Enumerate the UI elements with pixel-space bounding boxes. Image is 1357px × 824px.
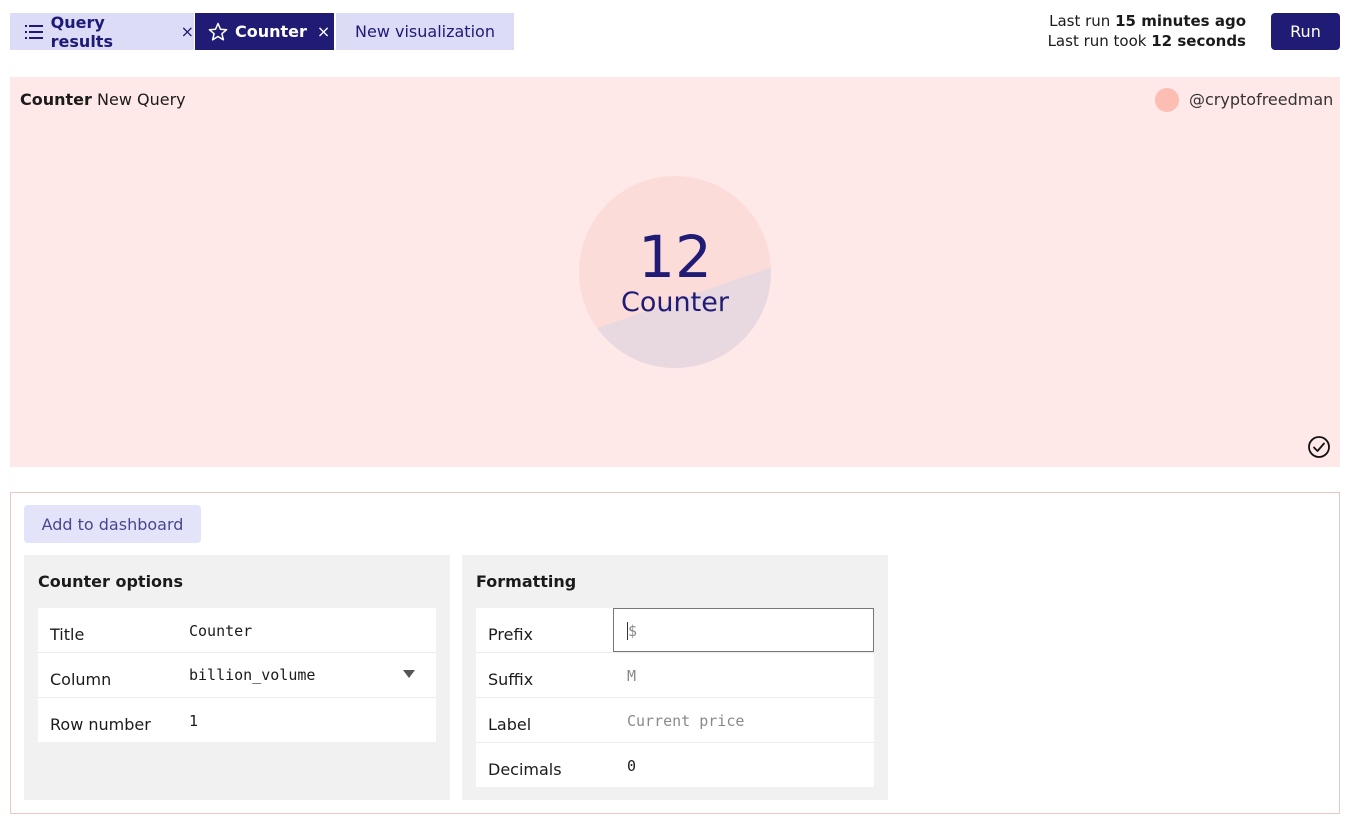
title-label: Title	[50, 625, 85, 644]
chevron-down-icon[interactable]	[403, 670, 415, 678]
decimals-input[interactable]: 0	[627, 757, 636, 775]
tab-label: Query results	[50, 12, 113, 51]
query-name: New Query	[97, 90, 186, 109]
list-icon	[24, 22, 44, 42]
tab-new-visualization[interactable]: New visualization	[336, 13, 514, 50]
row-number-input[interactable]: 1	[189, 712, 198, 730]
column-select[interactable]: billion_volume	[189, 666, 429, 688]
tab-query-results[interactable]: Query results ×	[10, 12, 194, 51]
tab-label: New visualization	[355, 22, 495, 41]
tab-counter[interactable]: Counter ×	[195, 13, 334, 50]
avatar	[1155, 88, 1179, 112]
row-number-label: Row number	[50, 715, 151, 734]
format-row-suffix	[476, 653, 874, 698]
close-icon[interactable]: ×	[181, 22, 194, 41]
run-button[interactable]: Run	[1271, 13, 1340, 50]
label-label: Label	[488, 715, 532, 734]
prefix-input[interactable]	[613, 608, 874, 652]
run-duration-value: 12 seconds	[1151, 32, 1246, 50]
prefix-placeholder: $	[628, 622, 638, 640]
last-run-value: 15 minutes ago	[1115, 12, 1246, 30]
formatting-title: Formatting	[476, 572, 577, 591]
tab-label: Counter	[235, 22, 307, 41]
visualization-type: Counter	[20, 90, 92, 109]
column-label: Column	[50, 670, 112, 689]
counter-value: 12	[638, 223, 712, 291]
close-icon[interactable]: ×	[317, 22, 330, 41]
text-cursor	[627, 622, 628, 640]
last-run-info: Last run 15 minutes ago Last run took 12…	[1048, 11, 1246, 51]
label-input[interactable]: Current price	[627, 712, 744, 730]
add-to-dashboard-button[interactable]: Add to dashboard	[24, 505, 201, 543]
decimals-label: Decimals	[488, 760, 562, 779]
check-circle-icon[interactable]	[1307, 435, 1331, 459]
last-run-label: Last run	[1049, 12, 1111, 30]
star-icon	[208, 22, 228, 42]
suffix-label: Suffix	[488, 670, 534, 689]
column-select-value: billion_volume	[189, 666, 316, 684]
username[interactable]: @cryptofreedman	[1189, 90, 1333, 109]
prefix-label: Prefix	[488, 625, 533, 644]
counter-label: Counter	[621, 287, 729, 318]
suffix-input[interactable]: M	[627, 667, 636, 685]
counter-options-title: Counter options	[38, 572, 183, 591]
run-duration-label: Last run took	[1047, 32, 1147, 50]
title-input[interactable]: Counter	[189, 622, 252, 640]
